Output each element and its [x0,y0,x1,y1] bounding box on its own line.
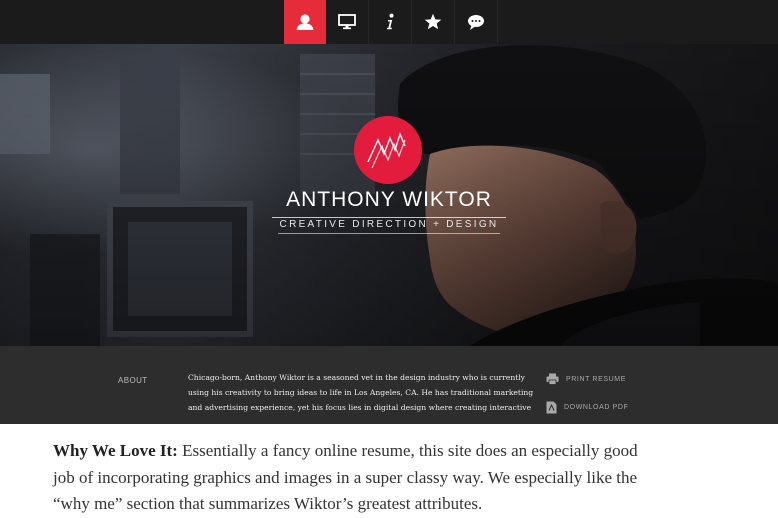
download-pdf-link[interactable]: DOWNLOAD PDF [546,401,628,414]
about-text: Chicago-born, Anthony Wiktor is a season… [188,370,534,415]
monitor-icon [338,14,356,30]
article-lead: Why We Love It: [53,441,178,460]
article-line: “why me” section that summarizes Wiktor’… [53,494,483,513]
hero-name: ANTHONY WIKTOR [0,188,778,218]
article-line: Why We Love It: Essentially a fancy onli… [53,438,753,465]
article-line: job of incorporating graphics and images… [53,467,638,487]
about-line: and advertising experience, yet his focu… [188,403,532,412]
printer-icon [546,373,559,385]
nav-favorites-button[interactable] [412,0,455,44]
about-line: using his creativity to bring ideas to l… [188,388,534,397]
pdf-document-icon [546,401,557,414]
star-icon [424,13,442,30]
logo-badge [354,116,422,184]
nav-icon-group [284,0,498,44]
person-icon [296,14,314,30]
nav-contact-button[interactable] [455,0,498,44]
about-line: Chicago-born, Anthony Wiktor is a season… [188,373,525,382]
speech-bubble-icon [468,14,484,30]
print-resume-label: PRINT RESUME [566,375,626,383]
print-resume-link[interactable]: PRINT RESUME [546,373,626,385]
nav-info-button[interactable] [369,0,412,44]
about-label: ABOUT [118,376,148,385]
top-nav-bar [0,0,778,45]
info-icon [386,13,394,30]
hero-banner: ANTHONY WIKTOR CREATIVE DIRECTION + DESI… [0,44,778,346]
nav-portfolio-button[interactable] [326,0,369,44]
hero-name-text: ANTHONY WIKTOR [272,188,506,218]
nav-profile-button[interactable] [284,0,326,44]
aw-monogram-icon [367,131,406,169]
article-paragraph: Why We Love It: Essentially a fancy onli… [53,438,753,518]
hero-tagline: CREATIVE DIRECTION + DESIGN [0,219,778,234]
download-pdf-label: DOWNLOAD PDF [564,404,629,411]
hero-tagline-text: CREATIVE DIRECTION + DESIGN [277,219,501,234]
about-section: ABOUT Chicago-born, Anthony Wiktor is a … [0,346,778,424]
article-line1-text: Essentially a fancy online resume, this … [177,441,638,460]
